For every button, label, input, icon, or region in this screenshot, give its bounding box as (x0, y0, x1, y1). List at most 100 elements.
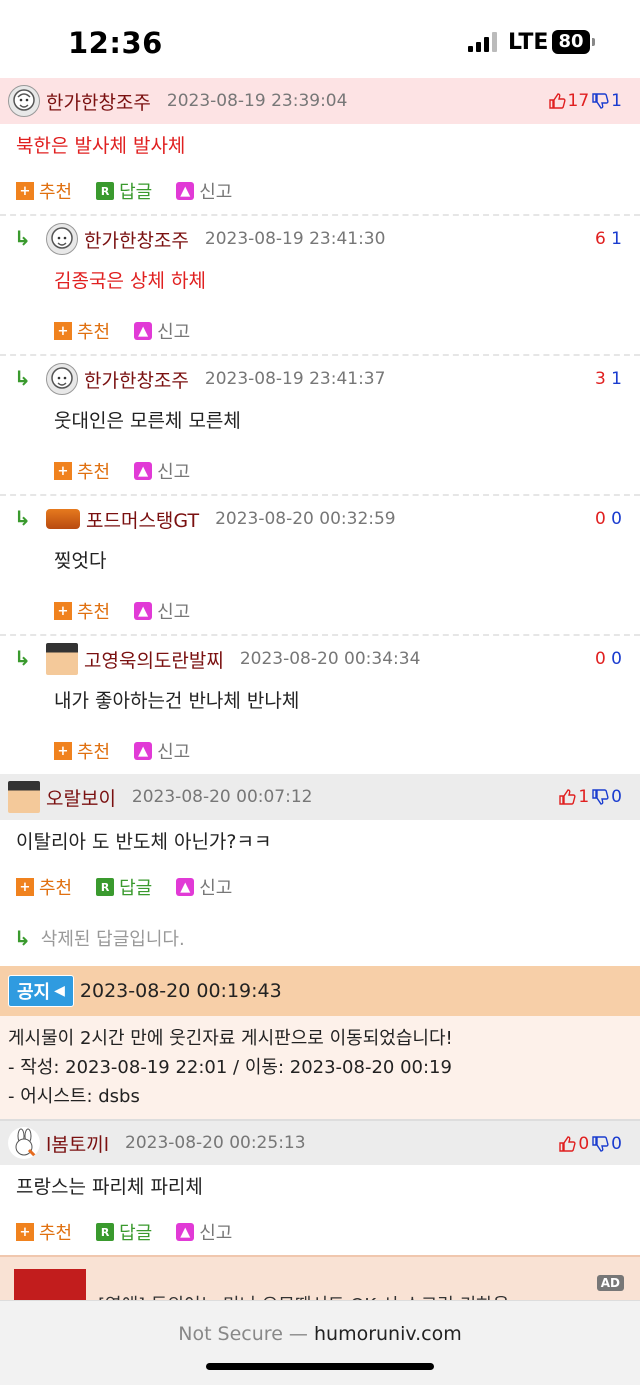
nickname[interactable]: 포드머스탱GT (86, 506, 199, 533)
up-count[interactable]: 0 (595, 509, 606, 529)
report-button[interactable]: ▲ 신고 (134, 738, 190, 764)
reply-button[interactable]: R 답글 (96, 1219, 152, 1245)
reply-body: 김종국은 상체 하체 (54, 270, 206, 292)
report-button[interactable]: ▲ 신고 (176, 874, 232, 900)
comment-date: 2023-08-19 23:39:04 (166, 91, 348, 111)
report-button[interactable]: ▲ 신고 (176, 1219, 232, 1245)
avatar-icon[interactable] (46, 223, 78, 255)
nickname[interactable]: l봄토끼l (46, 1130, 109, 1157)
thumbs-down-icon[interactable] (591, 788, 609, 806)
speaker-icon: ◀ (54, 983, 65, 999)
nickname[interactable]: 한가한창조주 (46, 88, 151, 115)
comment-header: 한가한창조주 2023-08-19 23:39:04 17 1 (0, 78, 640, 124)
notice-line: - 어시스트: dsbs (8, 1086, 140, 1107)
comment-list: 한가한창조주 2023-08-19 23:39:04 17 1 북한은 발사체 … (0, 78, 640, 1300)
rabbit-avatar-icon[interactable] (8, 1127, 40, 1159)
up-count: 1 (578, 787, 590, 807)
ad-text[interactable]: [영애] 동의어노 미니 오모때서드 OK 시 스크린 키하음 (98, 1291, 509, 1300)
thumbs-up-icon[interactable] (548, 92, 566, 110)
thumbs-down-icon[interactable] (591, 92, 609, 110)
vote-counts: 6 1 (595, 216, 622, 262)
down-count: 0 (611, 1134, 622, 1154)
siren-icon: ▲ (134, 742, 153, 760)
notice-line: 게시물이 2시간 만에 웃긴자료 게시판으로 이동되었습니다! (8, 1028, 453, 1049)
plus-icon: + (54, 742, 72, 760)
report-button[interactable]: ▲ 신고 (134, 598, 190, 624)
thumbs-down-icon[interactable] (591, 1135, 609, 1153)
avatar-icon[interactable] (8, 85, 40, 117)
thumbs-up-icon[interactable] (558, 1135, 576, 1153)
siren-icon: ▲ (176, 1223, 195, 1241)
recommend-button[interactable]: + 추천 (54, 318, 110, 344)
recommend-button[interactable]: + 추천 (54, 738, 110, 764)
siren-icon: ▲ (134, 322, 153, 340)
down-count[interactable]: 0 (611, 509, 622, 529)
siren-icon: ▲ (134, 602, 153, 620)
up-count[interactable]: 6 (595, 229, 606, 249)
notice-header: 공지 ◀ 2023-08-20 00:19:43 (0, 966, 640, 1016)
down-count[interactable]: 0 (611, 649, 622, 669)
recommend-button[interactable]: + 추천 (16, 874, 72, 900)
reply-button[interactable]: R 답글 (96, 874, 152, 900)
vote-counts: 17 1 (546, 78, 622, 124)
comment-actions: + 추천 R 답글 ▲ 신고 (0, 1209, 640, 1255)
status-bar: 12:36 LTE 80 (0, 0, 640, 78)
reply-actions: + 추천 ▲ 신고 (54, 308, 214, 354)
home-indicator[interactable] (206, 1363, 434, 1370)
recommend-button[interactable]: + 추천 (16, 178, 72, 204)
plus-icon: + (16, 182, 34, 200)
reply-button[interactable]: R 답글 (96, 178, 152, 204)
deleted-reply-text: 삭제된 답글입니다. (40, 929, 185, 950)
up-count[interactable]: 0 (595, 649, 606, 669)
notice-line: - 작성: 2023-08-19 22:01 / 이동: 2023-08-20 … (8, 1057, 452, 1078)
reply-item: ↳ 고영욱의도란발찌 2023-08-20 00:34:34 0 0 내가 좋아… (0, 634, 640, 774)
report-button[interactable]: ▲ 신고 (134, 318, 190, 344)
reply-date: 2023-08-20 00:32:59 (215, 509, 396, 529)
down-count: 1 (611, 91, 622, 111)
battery-tip (592, 38, 595, 46)
thumbs-up-icon[interactable] (558, 788, 576, 806)
down-count[interactable]: 1 (611, 229, 622, 249)
nickname[interactable]: 한가한창조주 (84, 366, 189, 393)
down-count[interactable]: 1 (611, 369, 622, 389)
reply-item: ↳ 포드머스탱GT 2023-08-20 00:32:59 0 0 찢엇다 + 추… (0, 494, 640, 634)
up-count[interactable]: 3 (595, 369, 606, 389)
notice-body: 게시물이 2시간 만에 웃긴자료 게시판으로 이동되었습니다! - 작성: 20… (0, 1016, 640, 1119)
car-avatar-icon[interactable] (46, 509, 80, 529)
report-button[interactable]: ▲ 신고 (176, 178, 232, 204)
nickname[interactable]: 고영욱의도란발찌 (84, 646, 224, 673)
address-bar[interactable]: Not Secure — humoruniv.com (0, 1323, 640, 1345)
siren-icon: ▲ (134, 462, 153, 480)
signal-icon (468, 32, 498, 52)
plus-icon: + (16, 1223, 34, 1241)
ad-badge: AD (596, 1275, 624, 1291)
reply-actions: + 추천 ▲ 신고 (54, 588, 214, 634)
network-label: LTE (508, 30, 549, 55)
recommend-button[interactable]: + 추천 (16, 1219, 72, 1245)
nickname[interactable]: 오랄보이 (46, 784, 116, 811)
comment-header: l봄토끼l 2023-08-20 00:25:13 0 0 (0, 1119, 640, 1165)
recommend-button[interactable]: + 추천 (54, 458, 110, 484)
comment-body: 이탈리아 도 반도체 아닌가?ㅋㅋ (16, 831, 272, 853)
ad-banner[interactable]: [영애] 동의어노 미니 오모때서드 OK 시 스크린 키하음 AD (0, 1255, 640, 1300)
avatar-icon[interactable] (46, 363, 78, 395)
reply-actions: + 추천 ▲ 신고 (54, 448, 214, 494)
recommend-button[interactable]: + 추천 (54, 598, 110, 624)
comment-header: 오랄보이 2023-08-20 00:07:12 1 0 (0, 774, 640, 820)
reply-date: 2023-08-20 00:34:34 (239, 649, 421, 669)
domain-label: humoruniv.com (313, 1323, 462, 1345)
vote-counts: 1 0 (556, 774, 622, 820)
reply-body: 웃대인은 모른체 모른체 (54, 410, 241, 432)
pixel-face-avatar-icon[interactable] (8, 781, 40, 813)
report-button[interactable]: ▲ 신고 (134, 458, 190, 484)
nickname[interactable]: 한가한창조주 (84, 226, 189, 253)
pixel-face-avatar-icon[interactable] (46, 643, 78, 675)
vote-counts: 0 0 (595, 496, 622, 542)
reply-body: 찢엇다 (54, 550, 107, 572)
comment-body: 북한은 발사체 발사체 (16, 135, 186, 157)
reply-icon: R (96, 878, 115, 896)
down-count: 0 (611, 787, 622, 807)
not-secure-label: Not Secure — (178, 1323, 308, 1345)
ad-thumbnail[interactable] (14, 1269, 86, 1300)
reply-icon: R (96, 182, 115, 200)
